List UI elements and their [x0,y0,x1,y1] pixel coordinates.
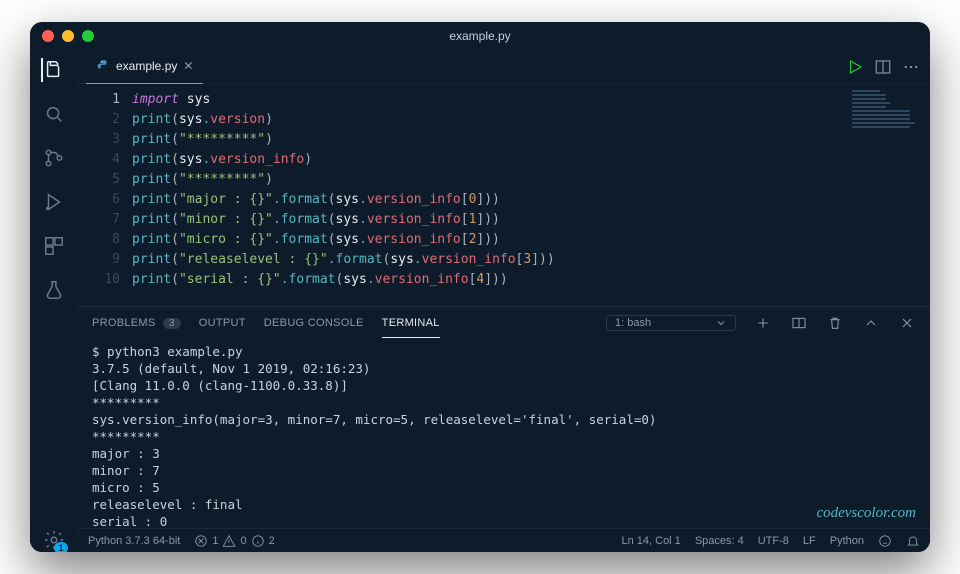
more-actions-icon[interactable] [900,56,922,78]
status-python-version[interactable]: Python 3.7.3 64-bit [88,535,180,547]
activity-bar: 1 [30,50,78,552]
window-title: example.py [30,29,930,43]
split-editor-icon[interactable] [872,56,894,78]
kill-terminal-icon[interactable] [826,314,844,332]
status-eol[interactable]: LF [803,535,816,547]
search-icon[interactable] [42,102,66,126]
watermark: codevscolor.com [816,505,916,522]
tab-debug-console[interactable]: DEBUG CONSOLE [264,317,364,329]
status-problems[interactable]: 1 0 2 [194,534,274,548]
problems-count: 3 [163,318,181,329]
status-indentation[interactable]: Spaces: 4 [695,535,744,547]
code-editor[interactable]: 12345678910 import sysprint(sys.version)… [78,84,930,306]
run-debug-icon[interactable] [42,190,66,214]
tab-label: example.py [116,59,177,73]
panel-tab-bar: PROBLEMS 3 OUTPUT DEBUG CONSOLE TERMINAL… [78,307,930,339]
status-bar: Python 3.7.3 64-bit 1 0 2 Ln 14, Col 1 S… [78,528,930,552]
testing-icon[interactable] [42,278,66,302]
titlebar: example.py [30,22,930,50]
close-tab-icon[interactable]: ✕ [183,59,193,73]
workbench: 1 example.py ✕ [30,50,930,552]
explorer-icon[interactable] [41,58,65,82]
editor-group: example.py ✕ 12345678910 import sysprint… [78,50,930,552]
tab-terminal[interactable]: TERMINAL [382,317,440,338]
vscode-window: example.py 1 [30,22,930,552]
tab-example-py[interactable]: example.py ✕ [86,50,203,84]
tab-problems[interactable]: PROBLEMS 3 [92,317,181,329]
line-number-gutter: 12345678910 [78,84,132,306]
split-terminal-icon[interactable] [790,314,808,332]
code-content[interactable]: import sysprint(sys.version)print("*****… [132,84,930,306]
bottom-panel: PROBLEMS 3 OUTPUT DEBUG CONSOLE TERMINAL… [78,306,930,528]
status-feedback-icon[interactable] [878,534,892,548]
run-file-icon[interactable] [844,56,866,78]
settings-badge: 1 [54,542,67,552]
source-control-icon[interactable] [42,146,66,170]
chevron-down-icon [715,317,727,329]
tab-bar: example.py ✕ [78,50,930,84]
terminal-selector[interactable]: 1: bash [606,315,736,331]
status-language[interactable]: Python [830,535,864,547]
maximize-panel-icon[interactable] [862,314,880,332]
new-terminal-icon[interactable] [754,314,772,332]
python-file-icon [96,59,110,73]
status-notifications-icon[interactable] [906,534,920,548]
status-encoding[interactable]: UTF-8 [758,535,789,547]
tab-output[interactable]: OUTPUT [199,317,246,329]
extensions-icon[interactable] [42,234,66,258]
settings-gear-icon[interactable]: 1 [42,528,66,552]
terminal-content[interactable]: $ python3 example.py3.7.5 (default, Nov … [78,339,930,528]
close-panel-icon[interactable] [898,314,916,332]
status-cursor-position[interactable]: Ln 14, Col 1 [621,535,680,547]
minimap[interactable] [852,90,922,150]
